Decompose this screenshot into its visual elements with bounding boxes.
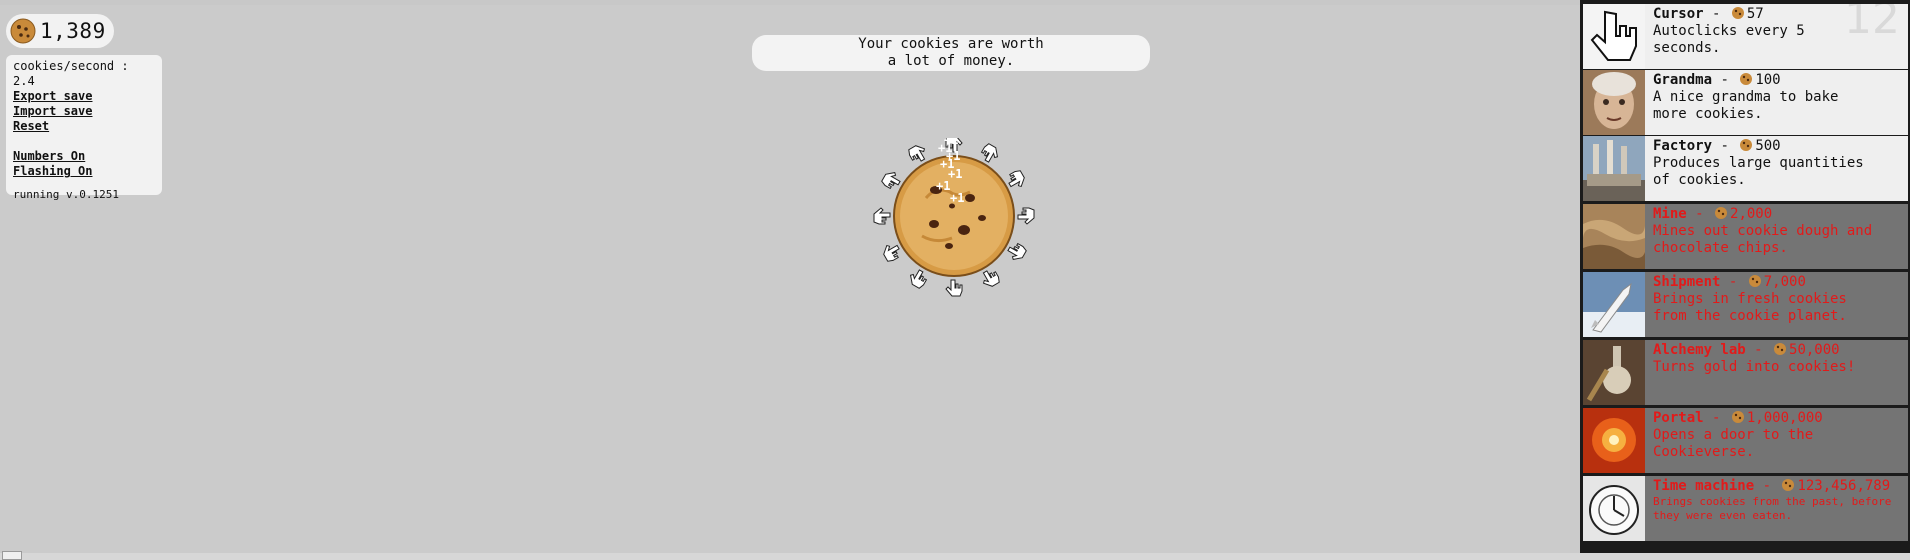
grandma-icon [1583, 70, 1645, 135]
mine-icon [1583, 204, 1645, 269]
cookie-icon [10, 18, 36, 44]
store-item-alchemy-lab[interactable]: Alchemy lab - 50,000 Turns gold into coo… [1583, 340, 1908, 405]
item-price: 500 [1755, 138, 1781, 154]
item-name: Grandma [1653, 72, 1713, 88]
news-banner: Your cookies are worth a lot of money. [752, 35, 1150, 71]
portal-icon [1583, 408, 1645, 473]
item-price: 100 [1755, 72, 1781, 88]
numbers-toggle-link[interactable]: Numbers On [13, 149, 155, 164]
item-price: 1,000,000 [1746, 410, 1823, 426]
owned-count: 12 [1844, 4, 1900, 44]
store-item-mine[interactable]: Mine - 2,000 Mines out cookie dough and … [1583, 204, 1908, 269]
item-name: Mine [1653, 206, 1687, 222]
item-name: Time machine [1653, 478, 1755, 494]
bottom-strip [0, 553, 1910, 560]
flashing-toggle-link[interactable]: Flashing On [13, 164, 155, 179]
shuttle-icon [1583, 272, 1645, 337]
factory-icon [1583, 136, 1645, 201]
store-item-cursor[interactable]: Cursor - 57 Autoclicks every 5 seconds. … [1583, 4, 1908, 69]
item-price: 2,000 [1730, 206, 1773, 222]
store-item-factory[interactable]: Factory - 500 Produces large quantities … [1583, 136, 1908, 201]
orbit-cursor-icon [980, 143, 999, 163]
orbit-cursor-icon [945, 279, 963, 297]
store-item-grandma[interactable]: Grandma - 100 A nice grandma to bake mor… [1583, 70, 1908, 135]
game-area [0, 5, 1580, 553]
clock-icon [1583, 476, 1645, 541]
import-save-link[interactable]: Import save [13, 104, 155, 119]
item-name: Shipment [1653, 274, 1721, 290]
orbit-cursor-icon [873, 207, 891, 225]
cookie-icon [1774, 343, 1787, 355]
alchemy-icon [1583, 340, 1645, 405]
cookie-counter: 1,389 [6, 14, 114, 48]
cookie-count: 1,389 [40, 19, 106, 43]
cookie-icon [1731, 7, 1744, 19]
stats-panel: cookies/second : 2.4 Export save Import … [6, 55, 162, 201]
banner-line-2: a lot of money. [887, 53, 1015, 69]
item-price: 7,000 [1763, 274, 1806, 290]
cookie-icon [1748, 275, 1761, 287]
orbit-cursor-icon [1017, 207, 1035, 225]
store-item-time-machine[interactable]: Time machine - 123,456,789 Brings cookie… [1583, 476, 1908, 541]
banner-line-1: Your cookies are worth [858, 36, 1044, 52]
orbit-cursor-icon [909, 269, 928, 289]
cookie-icon [1782, 479, 1795, 491]
export-save-link[interactable]: Export save [13, 89, 155, 104]
store-item-shipment[interactable]: Shipment - 7,000 Brings in fresh cookies… [1583, 272, 1908, 337]
item-name: Factory [1653, 138, 1713, 154]
big-cookie-area: +1+1+1 +1+1+1 +1+1+1 +1 [864, 109, 1044, 318]
cookies-per-second: cookies/second : 2.4 [13, 59, 129, 88]
cookie-icon [1715, 207, 1728, 219]
cookie-icon [1740, 139, 1753, 151]
scroll-nub[interactable] [2, 551, 22, 560]
orbit-cursor-icon [908, 145, 926, 162]
big-cookie-svg: +1+1+1 +1+1+1 +1+1+1 +1 [873, 109, 1035, 297]
orbit-cursor-icon [1008, 170, 1025, 188]
cursor-hand-icon [1583, 4, 1645, 69]
orbit-cursor-icon [883, 244, 900, 262]
orbit-cursor-icon [1007, 242, 1027, 261]
cookie-icon [1740, 73, 1753, 85]
svg-text:+1: +1 [950, 191, 964, 205]
version-label: running v.0.1251 [13, 188, 119, 201]
svg-text:+1: +1 [936, 179, 950, 193]
cookie-icon [1731, 411, 1744, 423]
reset-link[interactable]: Reset [13, 119, 155, 134]
item-name: Cursor [1653, 6, 1704, 22]
item-price: 50,000 [1789, 342, 1840, 358]
item-name: Alchemy lab [1653, 342, 1746, 358]
store-item-portal[interactable]: Portal - 1,000,000 Opens a door to the C… [1583, 408, 1908, 473]
orbit-cursor-icon [881, 171, 901, 190]
orbit-cursor-icon [982, 270, 1000, 287]
item-price: 123,456,789 [1797, 478, 1891, 494]
store-panel: Cursor - 57 Autoclicks every 5 seconds. … [1580, 0, 1910, 553]
item-price: 57 [1746, 6, 1764, 22]
item-name: Portal [1653, 410, 1704, 426]
